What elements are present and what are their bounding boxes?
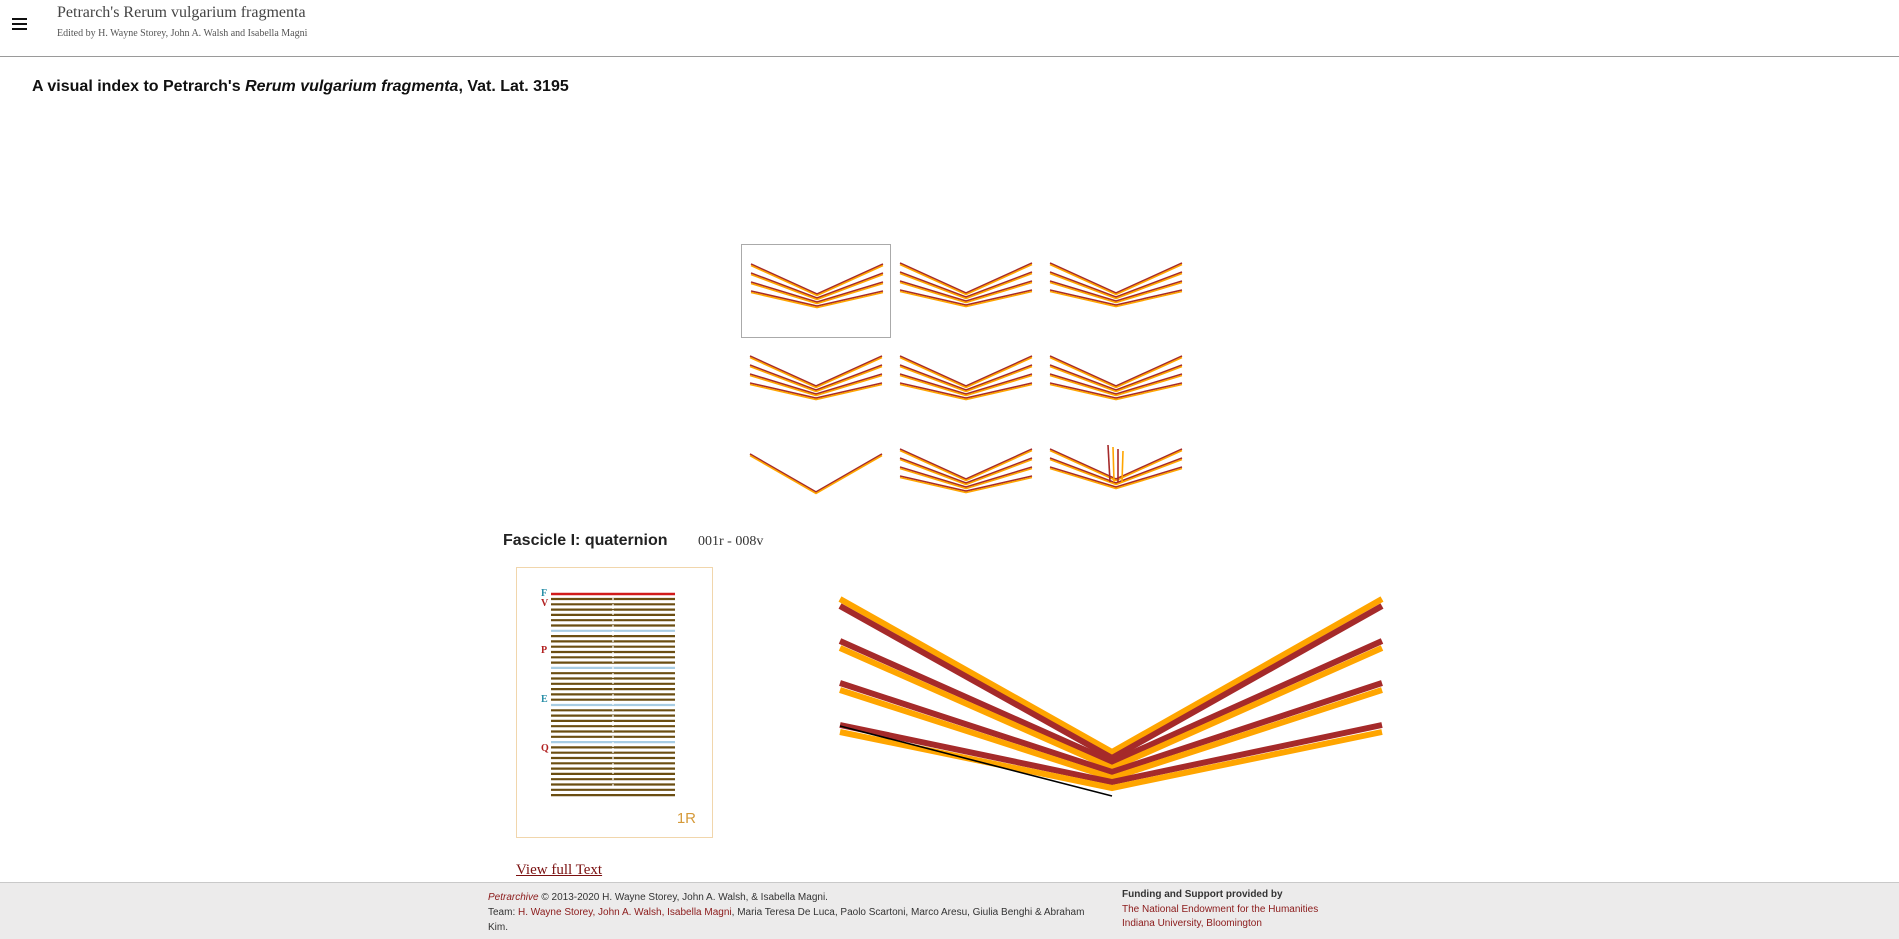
footer-credits: Petrarchive © 2013-2020 H. Wayne Storey,…	[488, 890, 1100, 935]
copyright-text: © 2013-2020 H. Wayne Storey, John A. Wal…	[538, 892, 828, 903]
leaf-line	[749, 453, 883, 493]
marker-Q: Q	[541, 743, 549, 754]
page-thumbnail-card[interactable]: FVPEQ 1R	[516, 567, 713, 838]
fascicle-thumb-diagram	[1049, 444, 1183, 490]
fascicle-thumb-IV[interactable]	[741, 337, 891, 431]
site-header: Petrarch's Rerum vulgarium fragmenta Edi…	[0, 0, 1899, 57]
fascicle-thumb-VIII[interactable]	[891, 430, 1041, 524]
fascicle-thumb-diagram	[899, 448, 1033, 494]
fascicle-thumb-diagram	[899, 262, 1033, 308]
fascicle-thumb-VII[interactable]	[741, 430, 891, 524]
marker-P: P	[541, 645, 548, 656]
footer-funding: Funding and Support provided by The Nati…	[1122, 888, 1318, 932]
insert-leaf-line	[1112, 446, 1115, 483]
neh-link[interactable]: The National Endowment for the Humanitie…	[1122, 903, 1318, 918]
hamburger-menu-icon[interactable]	[12, 16, 28, 32]
fascicle-thumb-diagram	[899, 355, 1033, 401]
fascicle-range: 001r - 008v	[698, 534, 764, 549]
footer-team-line: Team: H. Wayne Storey, John A. Walsh, Is…	[488, 905, 1100, 935]
fascicle-title: Fascicle I: quaternion	[503, 532, 668, 549]
fascicle-thumb-diagram	[1049, 262, 1183, 308]
fascicle-thumb-diagram	[750, 263, 884, 309]
fascicle-thumb-diagram	[749, 355, 883, 401]
fascicle-thumb-diagram	[1049, 355, 1183, 401]
site-subtitle: Edited by H. Wayne Storey, John A. Walsh…	[57, 28, 308, 39]
fascicle-thumb-II[interactable]	[891, 244, 1041, 338]
project-link[interactable]: Petrarchive	[488, 892, 539, 903]
insert-leaf-line	[1121, 450, 1124, 483]
iu-link[interactable]: Indiana University, Bloomington	[1122, 917, 1318, 932]
leaf-line	[749, 454, 883, 495]
page-title-prefix: A visual index to Petrarch's	[32, 78, 246, 95]
funding-title: Funding and Support provided by	[1122, 889, 1283, 900]
fascicle-thumb-diagram	[749, 453, 883, 495]
fascicle-thumb-V[interactable]	[891, 337, 1041, 431]
marker-E: E	[541, 694, 548, 705]
page-label: 1R	[676, 810, 696, 827]
page-title-italic: Rerum vulgarium fragmenta	[245, 78, 459, 95]
fascicle-thumb-III[interactable]	[1041, 244, 1191, 338]
team-links[interactable]: H. Wayne Storey, John A. Walsh, Isabella…	[518, 907, 732, 918]
team-label: Team:	[488, 907, 519, 918]
fascicle-structure-diagram[interactable]	[830, 590, 1390, 810]
page-title-suffix: , Vat. Lat. 3195	[458, 78, 569, 95]
footer: Petrarchive © 2013-2020 H. Wayne Storey,…	[0, 882, 1899, 939]
site-title[interactable]: Petrarch's Rerum vulgarium fragmenta	[57, 4, 306, 22]
fascicle-thumb-I[interactable]	[741, 244, 891, 338]
footer-copyright-line: Petrarchive © 2013-2020 H. Wayne Storey,…	[488, 890, 1100, 905]
fascicle-thumb-VI[interactable]	[1041, 337, 1191, 431]
page-title: A visual index to Petrarch's Rerum vulga…	[32, 78, 569, 96]
marker-V: V	[541, 598, 549, 609]
view-full-text-link[interactable]: View full Text	[516, 862, 602, 879]
fascicle-thumb-IX[interactable]	[1041, 430, 1191, 524]
